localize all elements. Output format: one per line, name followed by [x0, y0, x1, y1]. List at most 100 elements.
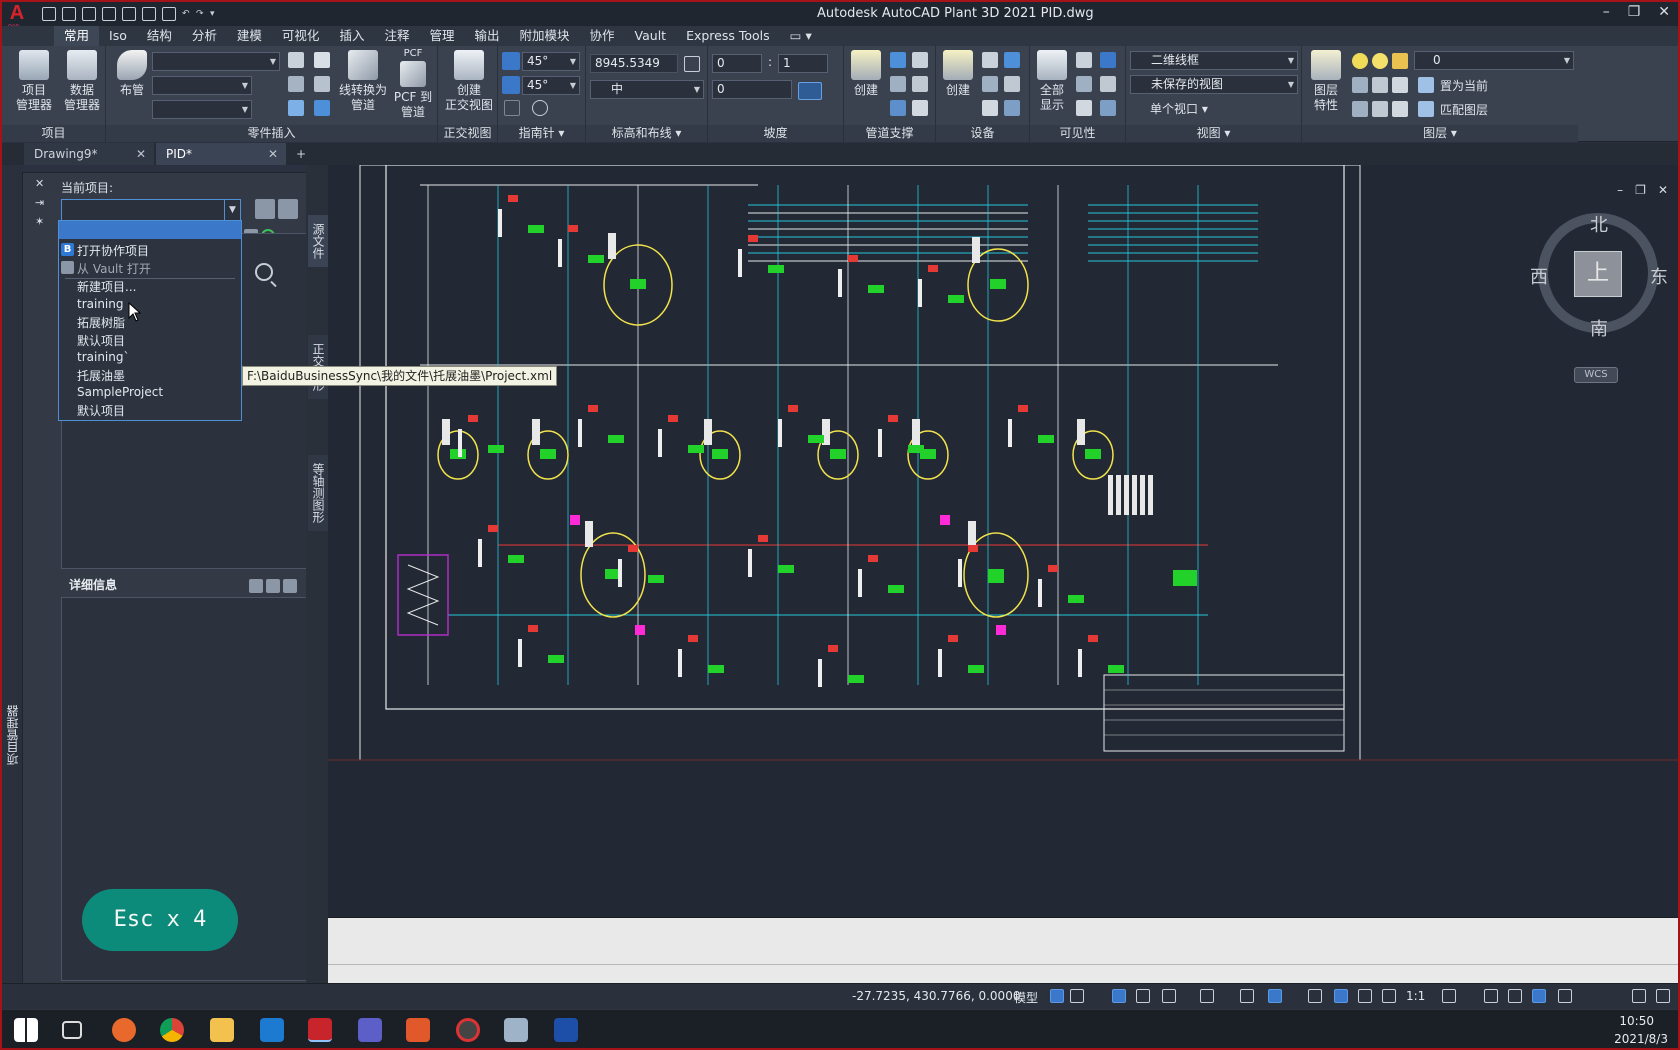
dropdown-item-new-project[interactable]: 新建项目... [77, 278, 136, 295]
project-manager-button[interactable]: 项目 管理器 [12, 50, 56, 113]
panel-label-compass[interactable]: 指南针 ▾ [498, 125, 585, 142]
slope-rise-field[interactable]: 0 [712, 54, 762, 73]
polar-icon[interactable] [1162, 989, 1176, 1003]
panel-label-layers[interactable]: 图层 ▾ [1302, 125, 1578, 142]
close-button[interactable]: ✕ [1658, 4, 1670, 20]
dropdown-item-training-2[interactable]: training` [77, 350, 130, 364]
notepad-n-icon[interactable] [554, 1018, 578, 1042]
tab-iso-drawings[interactable]: 等轴测图形 [308, 455, 329, 531]
visibility-toggle-icon[interactable] [1100, 52, 1116, 68]
connect-icon[interactable] [314, 100, 330, 116]
support-convert-icon[interactable] [912, 52, 928, 68]
match-layer-button[interactable]: 匹配图层 [1440, 101, 1488, 118]
save-as-icon[interactable] [102, 7, 116, 21]
layer-combo[interactable]: 0 ▼ [1414, 51, 1574, 70]
task-view-icon[interactable] [62, 1021, 82, 1039]
dropdown-item-project-2[interactable]: 托展油墨 [77, 367, 125, 384]
palette-autohide-icon[interactable]: ⇥ [35, 196, 44, 209]
redo-icon[interactable]: ↷ [196, 7, 204, 21]
cursor-coordinates[interactable]: -27.7235, 430.7766, 0.0000 [852, 989, 1020, 1003]
panel-label-view[interactable]: 视图 ▾ [1126, 125, 1301, 142]
tab-1[interactable]: Iso [99, 26, 137, 46]
close-icon[interactable]: ✕ [268, 143, 278, 165]
palette-properties-icon[interactable]: ✶ [35, 215, 44, 228]
plot-icon[interactable] [162, 7, 176, 21]
viewport-close-icon[interactable]: ✕ [1658, 183, 1668, 197]
layer-freeze-icon[interactable] [1372, 53, 1388, 69]
workspace-gear-icon[interactable] [1442, 989, 1456, 1003]
current-project-combo[interactable]: ▼ [61, 199, 241, 221]
tab-3[interactable]: 分析 [182, 26, 227, 46]
customize-qat-icon[interactable]: ▾ [210, 7, 218, 21]
pipe-line-combo[interactable]: ▼ [152, 100, 252, 119]
insert-part-icon[interactable] [314, 76, 330, 92]
chrome-icon[interactable] [160, 1018, 184, 1042]
dropdown-item-open-collab[interactable]: 打开协作项目 [77, 242, 149, 259]
web-mobile-open-icon[interactable] [122, 7, 136, 21]
object-snap-icon[interactable] [1268, 989, 1282, 1003]
support-remove-icon[interactable] [912, 76, 928, 92]
elevation-pick-icon[interactable] [684, 56, 700, 72]
set-current-icon[interactable] [1418, 77, 1434, 93]
set-current-button[interactable]: 置为当前 [1440, 77, 1488, 94]
tab-5[interactable]: 可视化 [272, 26, 330, 46]
dropdown-item-project[interactable]: 拓展树脂 [77, 314, 125, 331]
drawing-viewport[interactable]: – ❐ ✕ 上 北 南 西 东 WCS [328, 164, 1678, 917]
slope-offset-field[interactable]: 0 [712, 80, 792, 99]
compass-toggle-icon[interactable] [502, 52, 520, 70]
compass-angle1-combo[interactable]: 45° ▼ [522, 52, 580, 71]
support-edit-icon[interactable] [890, 52, 906, 68]
firefox-icon[interactable] [112, 1018, 136, 1042]
compass-grid-icon[interactable] [504, 100, 520, 116]
dropdown-item-sample-project[interactable]: SampleProject [77, 385, 163, 399]
print-icon[interactable] [255, 199, 275, 219]
equipment-template-icon[interactable] [1004, 100, 1020, 116]
layer-isolate-icon[interactable] [1392, 77, 1408, 93]
layer-properties-button[interactable]: 图层 特性 [1306, 50, 1346, 113]
layer-unisolate-icon[interactable] [1372, 101, 1388, 117]
tab-9[interactable]: 输出 [464, 26, 509, 46]
annotation-scale-icon[interactable] [1382, 989, 1396, 1003]
support-toggle-icon[interactable] [890, 100, 906, 116]
tab-6[interactable]: 插入 [329, 26, 374, 46]
tab-0[interactable]: 常用 [54, 26, 100, 46]
isolate-icon[interactable] [1076, 52, 1092, 68]
doc-tab-drawing9[interactable]: Drawing9* ✕ [24, 143, 154, 165]
annotation-scale[interactable]: 1:1 [1406, 989, 1425, 1003]
grid-icon[interactable] [1050, 989, 1064, 1003]
taskbar-clock-time[interactable]: 10:50 [1619, 1014, 1654, 1028]
tab-source-files[interactable]: 源文件 [308, 215, 329, 267]
web-mobile-save-icon[interactable] [142, 7, 156, 21]
pipe-spec-combo[interactable]: ▼ [152, 76, 252, 95]
viewcube-top-face[interactable]: 上 [1574, 251, 1622, 297]
compass-snap-icon[interactable] [502, 76, 520, 94]
hide-icon[interactable] [1076, 76, 1092, 92]
isodraft-icon[interactable] [1200, 989, 1214, 1003]
tab-12[interactable]: Vault [625, 26, 677, 46]
layer-match-icon[interactable] [1352, 77, 1368, 93]
command-line[interactable] [328, 917, 1678, 983]
create-ortho-button[interactable]: 创建 正交视图 [442, 50, 496, 113]
dropdown-item-default-project[interactable]: 默认项目 [77, 332, 125, 349]
data-manager-button[interactable]: 数据 管理器 [60, 50, 104, 113]
undo-icon[interactable]: ↶ [182, 7, 190, 21]
layer-lock-icon[interactable] [1392, 53, 1408, 69]
search-icon[interactable] [255, 263, 273, 281]
viewcube-north[interactable]: 北 [1590, 211, 1608, 237]
route-pipe-button[interactable]: 布管 [112, 50, 152, 98]
dropdown-highlight-row[interactable] [59, 221, 241, 239]
hardware-accel-icon[interactable] [1558, 989, 1572, 1003]
recorder-icon[interactable] [456, 1018, 480, 1042]
new-file-icon[interactable] [42, 7, 56, 21]
show-all-button[interactable]: 全部 显示 [1032, 50, 1072, 113]
restore-button[interactable]: ❐ [1628, 4, 1641, 20]
panel-label-elevation[interactable]: 标高和布线 ▾ [586, 125, 707, 142]
tab-4[interactable]: 建模 [227, 26, 272, 46]
tab-7[interactable]: 注释 [374, 26, 419, 46]
store-icon[interactable] [260, 1018, 284, 1042]
viewcube[interactable]: 上 北 南 西 东 [1530, 211, 1668, 340]
saved-view-combo[interactable]: 未保存的视图 ▼ [1130, 75, 1298, 94]
taskbar-clock-date[interactable]: 2021/8/3 [1614, 1032, 1668, 1046]
tab-13[interactable]: Express Tools [676, 26, 780, 46]
lineweight-icon[interactable] [1308, 989, 1322, 1003]
